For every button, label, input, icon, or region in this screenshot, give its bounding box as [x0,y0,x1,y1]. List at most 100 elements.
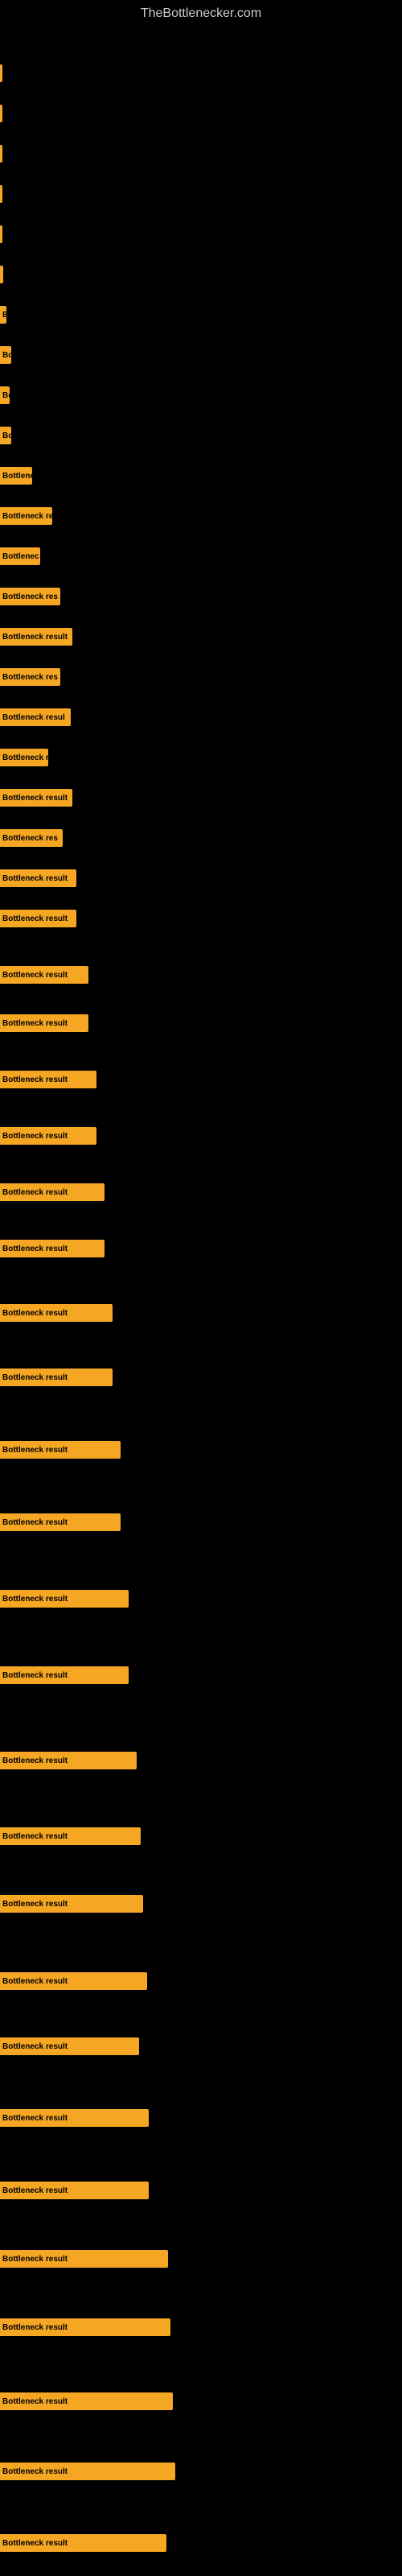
bar: Bottleneck res [0,668,60,686]
bar [0,185,2,203]
bar-row: Bottleneck result [0,2534,402,2552]
bar-label: Bottleneck result [2,1132,68,1141]
bar-label: Bottleneck r [2,753,48,762]
bar-label: Bottlenec [2,552,39,561]
bar: Bot [0,346,11,364]
bar-label: Bottleneck res [2,834,58,843]
bar: Bottlene [0,467,32,485]
bar-row: Bottlenec [0,547,402,565]
bar-row: Bottleneck result [0,910,402,927]
bar-row: Bottleneck result [0,1895,402,1913]
bar: Bottleneck res [0,588,60,605]
bar-row: Bo [0,386,402,404]
bar [0,225,2,243]
bar-row: Bottleneck result [0,1752,402,1769]
bar: Bottleneck r [0,749,48,766]
bar-row: Bottleneck result [0,1441,402,1459]
bar-label: Bottleneck result [2,1757,68,1765]
bar: Bottleneck res [0,829,63,847]
bar-label: Bottleneck result [2,1977,68,1986]
bar-row [0,145,402,163]
bar-row: Bottleneck result [0,1666,402,1684]
bar-label: Bottleneck result [2,2539,68,2548]
bar: Bottleneck result [0,2182,149,2199]
bar-label: Bottleneck result [2,2186,68,2195]
bar: Bottleneck result [0,2462,175,2480]
bar-label: Bottleneck result [2,1595,68,1604]
bar-row [0,266,402,283]
bar [0,64,2,82]
bar-label: Bottleneck result [2,1518,68,1527]
bar: Bottleneck result [0,1752,137,1769]
bar: Bottleneck result [0,1304,113,1322]
bar-label: Bot [2,431,11,440]
bar-row [0,64,402,82]
bar-row: Bottleneck result [0,1590,402,1608]
bar-row: Bottleneck result [0,1304,402,1322]
bar-label: Bottleneck result [2,1900,68,1909]
bar: Bottleneck result [0,2250,168,2268]
bar: Bottleneck result [0,2534,166,2552]
bar-row: B [0,306,402,324]
bar-row: Bottleneck result [0,1071,402,1088]
bar-label: Bottleneck result [2,794,68,803]
bar-row [0,225,402,243]
bar-row: Bottleneck result [0,1183,402,1201]
bar: Bottleneck result [0,1240,105,1257]
bar-row: Bottleneck result [0,2392,402,2410]
bar-label: Bot [2,351,11,360]
bar: Bottleneck result [0,966,88,984]
bar: Bottleneck result [0,1827,141,1845]
bar-label: Bottleneck result [2,874,68,883]
bar: Bottlenec [0,547,40,565]
bar-label: Bottleneck result [2,2114,68,2123]
bar-row: Bottleneck result [0,789,402,807]
bar-label: Bottleneck result [2,2042,68,2051]
bar-row: Bottleneck r [0,749,402,766]
bar-row: Bottleneck res [0,668,402,686]
bar-label: Bottleneck result [2,2467,68,2476]
bar-label: Bottleneck res [2,592,58,601]
bar-label: Bottleneck result [2,1446,68,1455]
bar: Bottleneck result [0,910,76,927]
bar-row: Bottleneck result [0,869,402,887]
bar-row: Bottleneck result [0,966,402,984]
bar-row: Bottleneck result [0,2318,402,2336]
bar-label: Bottleneck result [2,914,68,923]
page-wrapper: TheBottlenecker.com B Bot Bo Bot Bottlene Bot… [0,0,402,2576]
bar-row: Bottleneck result [0,1513,402,1531]
bar-row [0,105,402,122]
bar: Bottleneck result [0,1183,105,1201]
bar: Bottleneck result [0,1014,88,1032]
bar-row: Bot [0,346,402,364]
bar-label: Bottleneck result [2,1671,68,1680]
bar: Bo [0,386,10,404]
bar-label: Bottleneck res [2,673,58,682]
bar-row: Bottleneck result [0,1240,402,1257]
bar: Bottleneck resul [0,708,71,726]
site-title: TheBottlenecker.com [0,0,402,24]
bar: Bottleneck result [0,789,72,807]
bar: Bot [0,427,11,444]
bar-label: Bottlene [2,472,32,481]
bar: Bottleneck result [0,2109,149,2127]
bar: Bottleneck result [0,1513,121,1531]
bar: Bottleneck result [0,1590,129,1608]
bar-label: B [2,311,6,320]
bar-label: Bottleneck result [2,1832,68,1841]
bar-row: Bottleneck res [0,829,402,847]
bar: Bottleneck result [0,869,76,887]
bar: Bottleneck result [0,628,72,646]
bar-row [0,185,402,203]
bar: Bottleneck result [0,1441,121,1459]
bar: Bottleneck result [0,1127,96,1145]
bar: B [0,306,6,324]
bar-label: Bottleneck result [2,633,68,642]
bar: Bottleneck result [0,1895,143,1913]
bar-row: Bot [0,427,402,444]
bar-label: Bottleneck result [2,1245,68,1253]
bar: Bottleneck result [0,2318,170,2336]
bar-row: Bottleneck resul [0,708,402,726]
bar: Bottleneck result [0,1368,113,1386]
bar: Bottleneck re [0,507,52,525]
